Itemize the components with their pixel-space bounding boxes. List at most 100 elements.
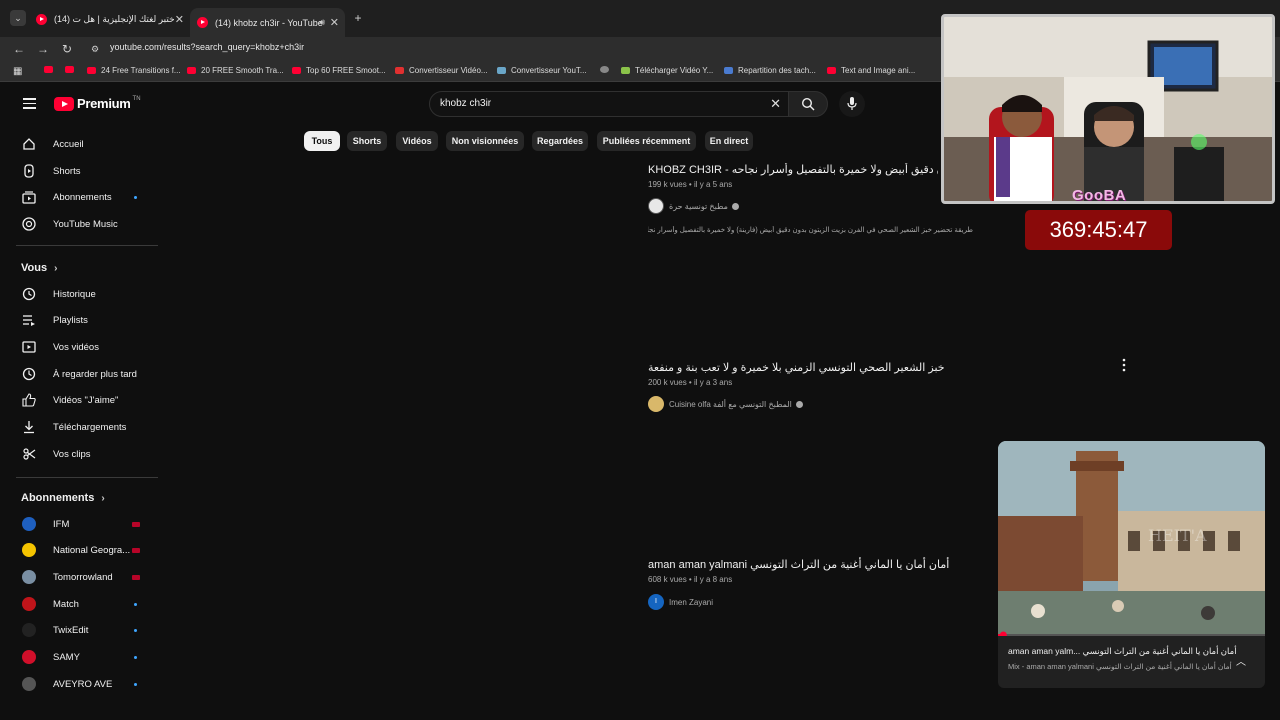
chip-unwatched[interactable]: Non visionnées [446, 131, 524, 151]
shorts-icon [24, 164, 34, 178]
sidebar-sub-item[interactable]: IFM [16, 511, 156, 537]
clear-search-icon[interactable]: ✕ [770, 96, 781, 112]
close-tab-icon[interactable]: ✕ [175, 13, 184, 26]
mini-player-title: aman aman yalm... أمان أمان يا الماني أغ… [1008, 646, 1237, 656]
result-1-title[interactable]: KHOBZ CH3IR - خبز الشعير بدون دقيق أبيض … [648, 163, 938, 176]
chip-videos[interactable]: Vidéos [396, 131, 438, 151]
music-icon [22, 217, 36, 231]
channel-avatar [648, 396, 664, 412]
more-options-icon[interactable] [1120, 358, 1128, 372]
subscriptions-icon [22, 191, 36, 204]
sidebar-subscriptions-heading[interactable]: Abonnements › [21, 492, 105, 504]
forward-button[interactable]: → [35, 41, 51, 57]
new-tab-button[interactable]: + [350, 10, 366, 26]
download-arrow-icon [621, 67, 630, 74]
sidebar-sub-label: Tomorrowland [53, 571, 113, 583]
speaker-icon[interactable]: 🔊︎ [319, 17, 325, 28]
download-icon [24, 421, 34, 434]
chip-recently-uploaded[interactable]: Publiées récemment [597, 131, 696, 151]
tab-title: (14) khobz ch3ir - YouTube [215, 17, 323, 28]
youtube-icon [292, 67, 301, 74]
url-field[interactable]: youtube.com/results?search_query=khobz+c… [110, 42, 304, 52]
sidebar-item-your-clips[interactable]: Vos clips [16, 441, 156, 467]
youtube-premium-logo[interactable]: Premium TN [54, 96, 141, 111]
docs-icon [724, 67, 733, 74]
apps-grid-icon[interactable]: ▦ [13, 66, 22, 77]
chip-watched[interactable]: Regardées [532, 131, 588, 151]
bookmark-globe[interactable] [600, 66, 614, 73]
channel-avatar: I [648, 594, 664, 610]
sidebar-item-playlists[interactable]: Playlists [16, 307, 156, 333]
result-2-channel[interactable]: Cuisine olfa المطبخ التونسي مع ألفة [648, 396, 803, 412]
channel-avatar [22, 517, 36, 531]
sidebar-item-watch-later[interactable]: À regarder plus tard [16, 361, 156, 387]
converter-icon [395, 67, 404, 74]
bookmark-4[interactable]: Convertisseur Vidéo... [395, 66, 488, 75]
new-content-dot [134, 655, 137, 659]
voice-search-button[interactable] [839, 91, 865, 117]
converter-icon [497, 67, 506, 74]
youtube-logo-icon [54, 96, 74, 111]
mini-player[interactable]: HEIT'A aman aman yalm... أمان أمان يا ال… [998, 441, 1265, 688]
sidebar-sub-item[interactable]: Tomorrowland [16, 564, 156, 590]
close-tab-icon[interactable]: ✕ [330, 16, 339, 29]
youtube-icon [827, 67, 836, 74]
bookmark-youtube-2[interactable] [65, 66, 79, 73]
sidebar-sub-label: TwixEdit [53, 624, 89, 636]
browser-tab-2[interactable]: (14) khobz ch3ir - YouTube 🔊︎ ✕ [190, 8, 345, 37]
tab-search-button[interactable]: ⌄ [10, 10, 26, 26]
progress-track[interactable] [998, 634, 1265, 636]
browser-tab-1[interactable]: (14) اختبر لغتك الإنجليزية | هل ت... ✕ [36, 8, 184, 30]
sidebar-item-liked-videos[interactable]: Vidéos "J'aime" [16, 387, 156, 413]
chip-shorts[interactable]: Shorts [347, 131, 387, 151]
bookmark-7[interactable]: Repartition des tach... [724, 66, 816, 75]
chip-all[interactable]: Tous [304, 131, 340, 151]
result-3-title[interactable]: aman aman yalmani أمان أمان يا الماني أغ… [648, 558, 949, 571]
sidebar-sub-item[interactable]: National Geogra... [16, 537, 156, 563]
sidebar-sub-item[interactable]: SAMY [16, 644, 156, 670]
bookmark-5[interactable]: Convertisseur YouT... [497, 66, 587, 75]
result-1-channel[interactable]: مطبخ تونسية حرة [648, 198, 739, 214]
bookmark-8[interactable]: Text and Image ani... [827, 66, 915, 75]
bookmark-1[interactable]: 24 Free Transitions f... [87, 66, 181, 75]
sidebar-sub-item[interactable]: AVEYRO AVE [16, 671, 156, 697]
result-2-title[interactable]: خبز الشعير الصحي التونسي الزمني بلا خمير… [648, 361, 945, 374]
bookmark-3[interactable]: Top 60 FREE Smoot... [292, 66, 386, 75]
sidebar-item-home[interactable]: Accueil [16, 131, 156, 157]
sidebar-divider [16, 477, 158, 478]
chip-live[interactable]: En direct [705, 131, 753, 151]
microphone-icon [847, 97, 857, 110]
sidebar-you-heading[interactable]: Vous › [21, 262, 57, 274]
site-settings-icon[interactable]: ⚙ [87, 41, 103, 57]
mini-player-video[interactable]: HEIT'A [998, 441, 1265, 639]
back-button[interactable]: ← [11, 41, 27, 57]
playlists-icon [23, 315, 35, 326]
search-button[interactable] [788, 91, 828, 117]
expand-chevron-up-icon[interactable]: ︿ [1236, 653, 1246, 668]
stream-timer: 369:45:47 [1025, 210, 1172, 250]
result-3-channel[interactable]: I Imen Zayani [648, 594, 713, 610]
home-icon [23, 138, 35, 150]
chevron-right-icon: › [54, 262, 58, 274]
search-input[interactable] [440, 98, 740, 109]
sidebar-item-shorts[interactable]: Shorts [16, 158, 156, 184]
result-1-meta: 199 k vues • il y a 5 ans [648, 180, 733, 189]
menu-hamburger-icon[interactable] [23, 98, 36, 109]
sidebar-item-downloads[interactable]: Téléchargements [16, 414, 156, 440]
bookmark-youtube[interactable] [44, 66, 58, 73]
bookmark-6[interactable]: Télécharger Vidéo Y... [621, 66, 713, 75]
channel-avatar [22, 570, 36, 584]
bookmark-2[interactable]: 20 FREE Smooth Tra... [187, 66, 284, 75]
search-box[interactable]: ✕ [429, 91, 792, 117]
sidebar-sub-item[interactable]: Match [16, 591, 156, 617]
sidebar-item-youtube-music[interactable]: YouTube Music [16, 211, 156, 237]
sidebar-item-your-videos[interactable]: Vos vidéos [16, 334, 156, 360]
sidebar-item-subscriptions[interactable]: Abonnements [16, 184, 156, 210]
sidebar-item-history[interactable]: Historique [16, 281, 156, 307]
channel-avatar [22, 543, 36, 557]
sidebar-sub-label: Match [53, 598, 79, 610]
reload-button[interactable]: ↻ [59, 41, 75, 57]
sidebar-sub-item[interactable]: TwixEdit [16, 617, 156, 643]
streamer-tag: GooBA [1072, 187, 1127, 204]
youtube-icon [87, 67, 96, 74]
